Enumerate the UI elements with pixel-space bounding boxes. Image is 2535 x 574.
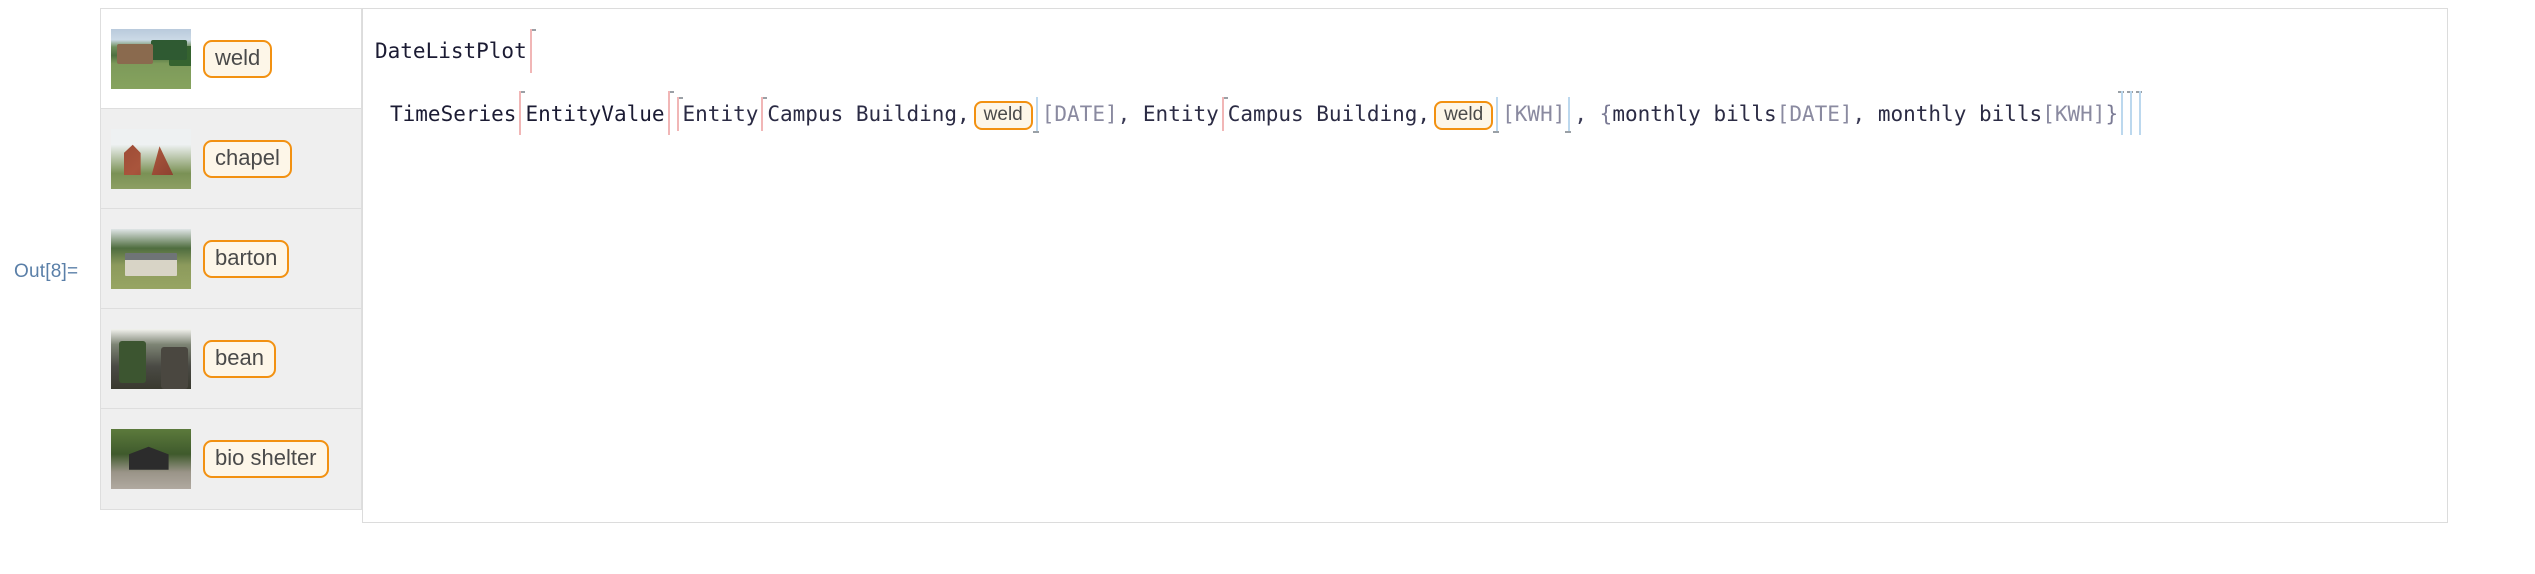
property-arg-2: [KWH] (2042, 102, 2106, 126)
entity-pill-weld[interactable]: weld (203, 39, 273, 78)
entity-list-item-bio-shelter[interactable]: bio shelter (101, 409, 361, 509)
entity-list-item-bean[interactable]: bean (101, 309, 361, 409)
campus-photo-bioshelter-thumbnail (111, 429, 191, 489)
entity-pill-inline-weld-2[interactable]: weld (1434, 101, 1494, 130)
campus-photo-weld-thumbnail (111, 28, 191, 89)
property-name-2: monthly bills (1877, 102, 2043, 126)
entity-type-2: Campus Building, (1227, 102, 1431, 126)
entity-property-1: [DATE] (1041, 102, 1118, 126)
entity-property-2: [KWH] (1502, 102, 1566, 126)
separator-1: , (1117, 102, 1143, 126)
code-line-1: DateListPlot (375, 29, 536, 73)
property-list-close-brace: } (2105, 102, 2119, 126)
campus-photo-chapel-thumbnail (111, 128, 191, 189)
function-name-datelistplot: DateListPlot (375, 39, 527, 63)
property-arg-1: [DATE] (1776, 102, 1853, 126)
entity-list-item-chapel[interactable]: chapel (101, 109, 361, 209)
property-separator: , (1852, 102, 1878, 126)
entity-pill-bean[interactable]: bean (203, 339, 276, 378)
notebook-output-cell: Out[8]= weld chapel barton bean bio shel… (0, 0, 2535, 574)
entity-list-panel: weld chapel barton bean bio shelter (100, 8, 362, 510)
function-name-entityvalue: EntityValue (525, 102, 665, 126)
separator-2: , (1574, 102, 1600, 126)
entity-pill-barton[interactable]: barton (203, 239, 290, 278)
property-list-open-brace: { (1599, 102, 1613, 126)
entity-keyword-2: Entity (1142, 102, 1219, 126)
function-name-timeseries: TimeSeries (390, 102, 517, 126)
entity-type-1: Campus Building, (767, 102, 970, 126)
entity-list-item-weld[interactable]: weld (101, 9, 361, 109)
output-label: Out[8]= (14, 261, 79, 282)
property-name-1: monthly bills (1612, 102, 1777, 126)
entity-pill-bio-shelter[interactable]: bio shelter (203, 440, 329, 478)
campus-photo-bean-thumbnail (111, 328, 191, 389)
campus-photo-barton-thumbnail (111, 228, 191, 289)
entity-list-item-barton[interactable]: barton (101, 209, 361, 309)
entity-pill-inline-weld-1[interactable]: weld (973, 101, 1033, 130)
entity-keyword-1: Entity (682, 102, 759, 126)
expression-panel[interactable]: DateListPlot TimeSeries EntityValue Entity… (362, 8, 2448, 523)
entity-pill-chapel[interactable]: chapel (203, 139, 292, 178)
code-line-2: TimeSeries EntityValue Entity Campus Buildi… (390, 91, 2145, 135)
